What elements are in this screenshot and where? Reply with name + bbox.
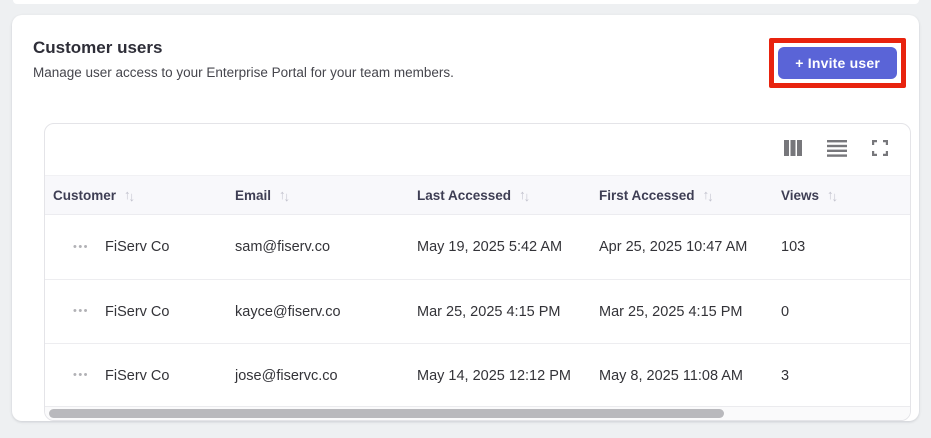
email-cell: sam@fiserv.co [235, 239, 331, 255]
customer-cell: FiServ Co [105, 239, 170, 255]
email-cell: jose@fiservc.co [235, 367, 338, 384]
sort-icon[interactable] [703, 189, 714, 202]
first-accessed-cell: Apr 25, 2025 10:47 AM [599, 239, 748, 255]
first-accessed-cell: Mar 25, 2025 4:15 PM [599, 303, 743, 320]
sort-icon[interactable] [279, 189, 290, 202]
column-header-label: Email [235, 187, 272, 203]
views-cell: 3 [781, 367, 790, 384]
invite-user-button[interactable]: + Invite user [778, 47, 897, 79]
show-hide-columns-icon [784, 140, 802, 159]
column-header-label: Customer [53, 187, 117, 203]
column-header-label: Last Accessed [417, 187, 512, 203]
customer-cell: FiServ Co [105, 303, 170, 320]
fullscreen-button[interactable] [872, 140, 888, 159]
last-accessed-cell: Mar 25, 2025 4:15 PM [417, 303, 561, 320]
column-header-label: Views [781, 187, 820, 203]
email-cell: kayce@fiserv.co [235, 303, 341, 320]
table-row[interactable]: FiServ Co sam@fiserv.co May 19, 2025 5:4… [45, 215, 910, 279]
column-header-customer[interactable]: Customer [45, 188, 227, 203]
table-header-row: Customer Email Last Accessed First Acces… [45, 175, 910, 215]
table-row[interactable]: FiServ Co kayce@fiserv.co Mar 25, 2025 4… [45, 279, 910, 343]
horizontal-scrollbar[interactable] [45, 406, 910, 420]
row-menu-button[interactable] [69, 370, 93, 381]
first-accessed-cell: May 8, 2025 11:08 AM [599, 367, 744, 384]
column-header-last-accessed[interactable]: Last Accessed [409, 188, 591, 203]
last-accessed-cell: May 19, 2025 5:42 AM [417, 239, 563, 255]
table-toolbar [45, 124, 910, 175]
horizontal-scrollbar-thumb[interactable] [49, 409, 724, 418]
column-header-views[interactable]: Views [773, 188, 910, 203]
table-row[interactable]: FiServ Co jose@fiservc.co May 14, 2025 1… [45, 343, 910, 407]
users-table-container: Customer Email Last Accessed First Acces… [44, 123, 911, 421]
sort-icon[interactable] [124, 189, 135, 202]
customer-users-card: Customer users Manage user access to you… [12, 15, 919, 421]
show-hide-columns-button[interactable] [784, 140, 802, 159]
column-header-first-accessed[interactable]: First Accessed [591, 188, 773, 203]
sort-icon[interactable] [827, 189, 838, 202]
fullscreen-icon [872, 140, 888, 159]
previous-card-edge [13, 0, 919, 4]
column-header-label: First Accessed [599, 187, 695, 203]
row-density-button[interactable] [827, 139, 847, 160]
views-cell: 103 [781, 239, 806, 255]
sort-icon[interactable] [519, 189, 530, 202]
column-header-email[interactable]: Email [227, 188, 409, 203]
row-menu-button[interactable] [69, 242, 93, 253]
row-density-icon [827, 139, 847, 160]
views-cell: 0 [781, 303, 790, 320]
customer-cell: FiServ Co [105, 367, 170, 384]
row-menu-button[interactable] [69, 306, 93, 317]
last-accessed-cell: May 14, 2025 12:12 PM [417, 367, 571, 384]
invite-button-highlight-box: + Invite user [769, 38, 906, 88]
